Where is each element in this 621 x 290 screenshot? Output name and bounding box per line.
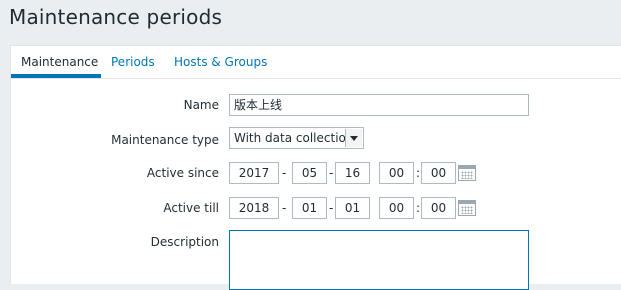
description-label: Description [150, 235, 219, 249]
active-till-hour[interactable]: 00 [379, 197, 414, 219]
page-title: Maintenance periods [9, 5, 223, 29]
calendar-icon[interactable] [458, 200, 476, 216]
date-separator: - [329, 201, 334, 215]
calendar-icon[interactable] [458, 165, 476, 181]
date-separator: - [282, 166, 287, 180]
date-separator: - [282, 201, 287, 215]
tab-hosts-groups[interactable]: Hosts & Groups [174, 55, 267, 69]
active-since-year[interactable]: 2017 [229, 162, 279, 184]
time-separator: : [416, 166, 421, 180]
active-till-day[interactable]: 01 [335, 197, 370, 219]
form-card: Maintenance Periods Hosts & Groups Name … [10, 45, 621, 290]
active-since-day[interactable]: 16 [335, 162, 370, 184]
active-till-month[interactable]: 01 [292, 197, 327, 219]
time-separator: : [416, 201, 421, 215]
maintenance-type-value: With data collection [234, 131, 354, 145]
active-till-minute[interactable]: 00 [421, 197, 456, 219]
name-field[interactable]: 版本上线 [229, 94, 529, 116]
active-till-label: Active till [163, 201, 219, 215]
active-tab-indicator [11, 74, 101, 78]
tab-periods[interactable]: Periods [111, 55, 155, 69]
active-till-year[interactable]: 2018 [229, 197, 279, 219]
chevron-down-icon[interactable] [345, 129, 362, 147]
active-since-hour[interactable]: 00 [379, 162, 414, 184]
maintenance-type-label: Maintenance type [111, 133, 219, 147]
active-since-label: Active since [146, 166, 219, 180]
active-since-minute[interactable]: 00 [421, 162, 456, 184]
name-label: Name [183, 98, 219, 112]
tab-maintenance[interactable]: Maintenance [21, 55, 98, 69]
description-textarea[interactable] [229, 230, 529, 290]
maintenance-type-select[interactable]: With data collection [229, 127, 364, 149]
tab-bar: Maintenance Periods Hosts & Groups [11, 46, 621, 79]
date-separator: - [329, 166, 334, 180]
active-since-month[interactable]: 05 [292, 162, 327, 184]
